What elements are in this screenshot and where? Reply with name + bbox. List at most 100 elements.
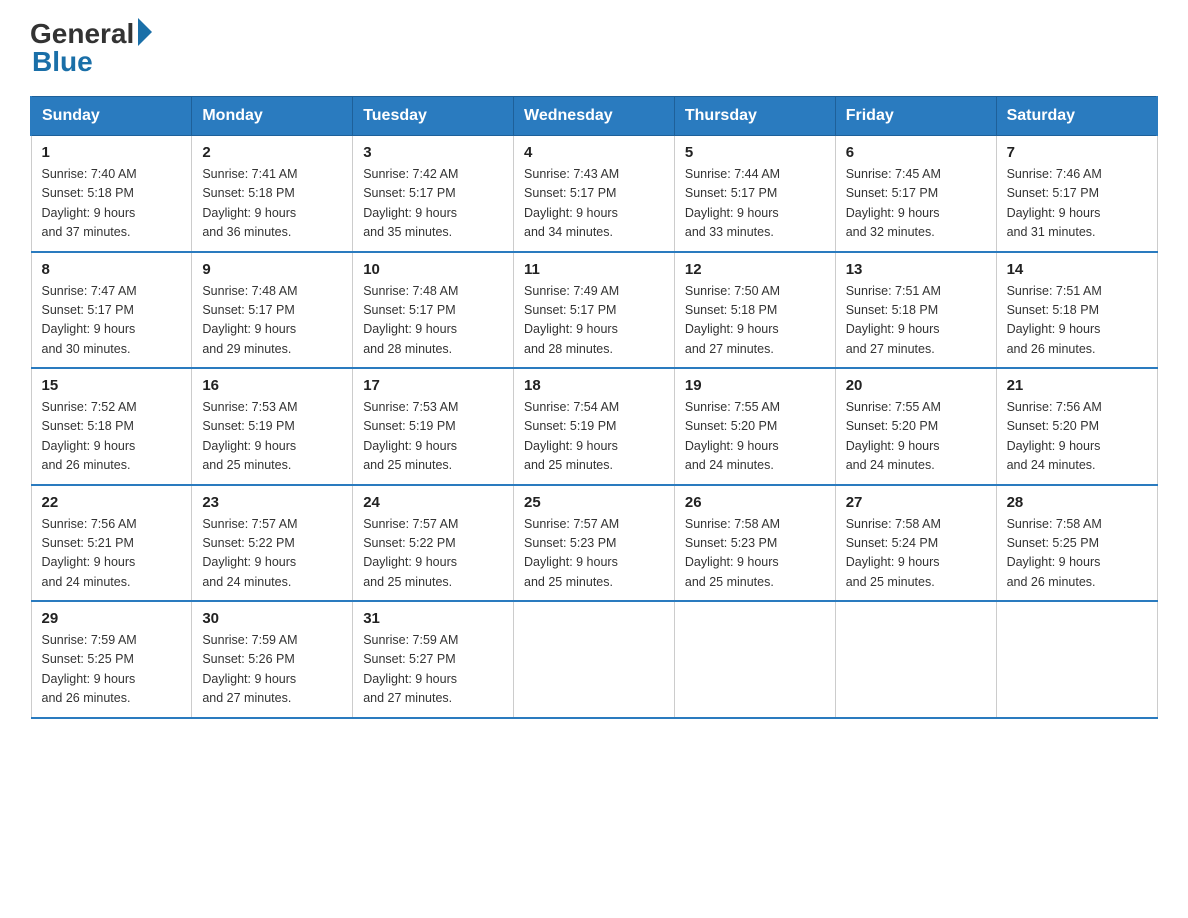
day-number: 21 (1007, 377, 1147, 394)
day-number: 5 (685, 144, 825, 161)
calendar-cell: 30 Sunrise: 7:59 AMSunset: 5:26 PMDaylig… (192, 601, 353, 718)
day-number: 12 (685, 261, 825, 278)
day-info: Sunrise: 7:41 AMSunset: 5:18 PMDaylight:… (202, 167, 297, 239)
day-info: Sunrise: 7:56 AMSunset: 5:20 PMDaylight:… (1007, 400, 1102, 472)
day-number: 9 (202, 261, 342, 278)
calendar-week-row: 8 Sunrise: 7:47 AMSunset: 5:17 PMDayligh… (31, 252, 1157, 369)
day-number: 20 (846, 377, 986, 394)
day-info: Sunrise: 7:46 AMSunset: 5:17 PMDaylight:… (1007, 167, 1102, 239)
day-info: Sunrise: 7:51 AMSunset: 5:18 PMDaylight:… (846, 284, 941, 356)
day-info: Sunrise: 7:58 AMSunset: 5:24 PMDaylight:… (846, 517, 941, 589)
day-number: 24 (363, 494, 503, 511)
day-number: 1 (42, 144, 182, 161)
calendar-cell: 21 Sunrise: 7:56 AMSunset: 5:20 PMDaylig… (996, 368, 1157, 485)
calendar-cell (674, 601, 835, 718)
calendar-cell: 23 Sunrise: 7:57 AMSunset: 5:22 PMDaylig… (192, 485, 353, 602)
day-info: Sunrise: 7:50 AMSunset: 5:18 PMDaylight:… (685, 284, 780, 356)
day-header-saturday: Saturday (996, 97, 1157, 136)
calendar-cell: 13 Sunrise: 7:51 AMSunset: 5:18 PMDaylig… (835, 252, 996, 369)
day-number: 18 (524, 377, 664, 394)
day-number: 17 (363, 377, 503, 394)
page-header: General Blue (30, 20, 1158, 76)
calendar-cell: 7 Sunrise: 7:46 AMSunset: 5:17 PMDayligh… (996, 136, 1157, 252)
calendar-week-row: 22 Sunrise: 7:56 AMSunset: 5:21 PMDaylig… (31, 485, 1157, 602)
day-info: Sunrise: 7:57 AMSunset: 5:23 PMDaylight:… (524, 517, 619, 589)
calendar-cell: 5 Sunrise: 7:44 AMSunset: 5:17 PMDayligh… (674, 136, 835, 252)
day-header-tuesday: Tuesday (353, 97, 514, 136)
calendar-cell: 1 Sunrise: 7:40 AMSunset: 5:18 PMDayligh… (31, 136, 192, 252)
day-number: 10 (363, 261, 503, 278)
calendar-cell: 9 Sunrise: 7:48 AMSunset: 5:17 PMDayligh… (192, 252, 353, 369)
day-info: Sunrise: 7:53 AMSunset: 5:19 PMDaylight:… (363, 400, 458, 472)
day-info: Sunrise: 7:40 AMSunset: 5:18 PMDaylight:… (42, 167, 137, 239)
day-info: Sunrise: 7:57 AMSunset: 5:22 PMDaylight:… (363, 517, 458, 589)
day-info: Sunrise: 7:53 AMSunset: 5:19 PMDaylight:… (202, 400, 297, 472)
day-info: Sunrise: 7:59 AMSunset: 5:27 PMDaylight:… (363, 633, 458, 705)
day-info: Sunrise: 7:48 AMSunset: 5:17 PMDaylight:… (202, 284, 297, 356)
calendar-cell: 22 Sunrise: 7:56 AMSunset: 5:21 PMDaylig… (31, 485, 192, 602)
day-info: Sunrise: 7:47 AMSunset: 5:17 PMDaylight:… (42, 284, 137, 356)
day-number: 2 (202, 144, 342, 161)
day-number: 31 (363, 610, 503, 627)
calendar-cell (835, 601, 996, 718)
calendar-cell: 16 Sunrise: 7:53 AMSunset: 5:19 PMDaylig… (192, 368, 353, 485)
day-info: Sunrise: 7:59 AMSunset: 5:25 PMDaylight:… (42, 633, 137, 705)
day-info: Sunrise: 7:43 AMSunset: 5:17 PMDaylight:… (524, 167, 619, 239)
calendar-cell: 24 Sunrise: 7:57 AMSunset: 5:22 PMDaylig… (353, 485, 514, 602)
day-number: 30 (202, 610, 342, 627)
calendar-cell: 10 Sunrise: 7:48 AMSunset: 5:17 PMDaylig… (353, 252, 514, 369)
calendar-cell: 25 Sunrise: 7:57 AMSunset: 5:23 PMDaylig… (514, 485, 675, 602)
logo-blue-text: Blue (30, 48, 152, 76)
calendar-cell: 2 Sunrise: 7:41 AMSunset: 5:18 PMDayligh… (192, 136, 353, 252)
day-number: 13 (846, 261, 986, 278)
day-info: Sunrise: 7:58 AMSunset: 5:23 PMDaylight:… (685, 517, 780, 589)
day-header-sunday: Sunday (31, 97, 192, 136)
calendar-cell: 27 Sunrise: 7:58 AMSunset: 5:24 PMDaylig… (835, 485, 996, 602)
day-info: Sunrise: 7:56 AMSunset: 5:21 PMDaylight:… (42, 517, 137, 589)
day-number: 26 (685, 494, 825, 511)
calendar-cell: 3 Sunrise: 7:42 AMSunset: 5:17 PMDayligh… (353, 136, 514, 252)
day-info: Sunrise: 7:55 AMSunset: 5:20 PMDaylight:… (846, 400, 941, 472)
calendar-cell: 31 Sunrise: 7:59 AMSunset: 5:27 PMDaylig… (353, 601, 514, 718)
day-info: Sunrise: 7:51 AMSunset: 5:18 PMDaylight:… (1007, 284, 1102, 356)
day-number: 29 (42, 610, 182, 627)
day-info: Sunrise: 7:52 AMSunset: 5:18 PMDaylight:… (42, 400, 137, 472)
logo-general-text: General (30, 20, 134, 48)
calendar-week-row: 1 Sunrise: 7:40 AMSunset: 5:18 PMDayligh… (31, 136, 1157, 252)
day-info: Sunrise: 7:55 AMSunset: 5:20 PMDaylight:… (685, 400, 780, 472)
day-header-wednesday: Wednesday (514, 97, 675, 136)
day-number: 4 (524, 144, 664, 161)
calendar-cell: 18 Sunrise: 7:54 AMSunset: 5:19 PMDaylig… (514, 368, 675, 485)
day-number: 23 (202, 494, 342, 511)
calendar-cell: 12 Sunrise: 7:50 AMSunset: 5:18 PMDaylig… (674, 252, 835, 369)
day-number: 19 (685, 377, 825, 394)
day-number: 25 (524, 494, 664, 511)
calendar-cell (514, 601, 675, 718)
day-number: 7 (1007, 144, 1147, 161)
day-number: 6 (846, 144, 986, 161)
calendar-cell: 6 Sunrise: 7:45 AMSunset: 5:17 PMDayligh… (835, 136, 996, 252)
day-info: Sunrise: 7:54 AMSunset: 5:19 PMDaylight:… (524, 400, 619, 472)
day-number: 3 (363, 144, 503, 161)
day-info: Sunrise: 7:59 AMSunset: 5:26 PMDaylight:… (202, 633, 297, 705)
calendar-cell: 28 Sunrise: 7:58 AMSunset: 5:25 PMDaylig… (996, 485, 1157, 602)
day-number: 8 (42, 261, 182, 278)
logo: General Blue (30, 20, 152, 76)
calendar-cell: 14 Sunrise: 7:51 AMSunset: 5:18 PMDaylig… (996, 252, 1157, 369)
day-header-thursday: Thursday (674, 97, 835, 136)
day-info: Sunrise: 7:48 AMSunset: 5:17 PMDaylight:… (363, 284, 458, 356)
calendar-cell: 11 Sunrise: 7:49 AMSunset: 5:17 PMDaylig… (514, 252, 675, 369)
day-number: 27 (846, 494, 986, 511)
day-number: 28 (1007, 494, 1147, 511)
calendar-cell: 19 Sunrise: 7:55 AMSunset: 5:20 PMDaylig… (674, 368, 835, 485)
calendar-cell: 4 Sunrise: 7:43 AMSunset: 5:17 PMDayligh… (514, 136, 675, 252)
day-info: Sunrise: 7:45 AMSunset: 5:17 PMDaylight:… (846, 167, 941, 239)
day-info: Sunrise: 7:42 AMSunset: 5:17 PMDaylight:… (363, 167, 458, 239)
day-info: Sunrise: 7:58 AMSunset: 5:25 PMDaylight:… (1007, 517, 1102, 589)
calendar-table: SundayMondayTuesdayWednesdayThursdayFrid… (30, 96, 1158, 719)
day-number: 15 (42, 377, 182, 394)
calendar-cell (996, 601, 1157, 718)
calendar-cell: 20 Sunrise: 7:55 AMSunset: 5:20 PMDaylig… (835, 368, 996, 485)
day-header-friday: Friday (835, 97, 996, 136)
day-info: Sunrise: 7:44 AMSunset: 5:17 PMDaylight:… (685, 167, 780, 239)
